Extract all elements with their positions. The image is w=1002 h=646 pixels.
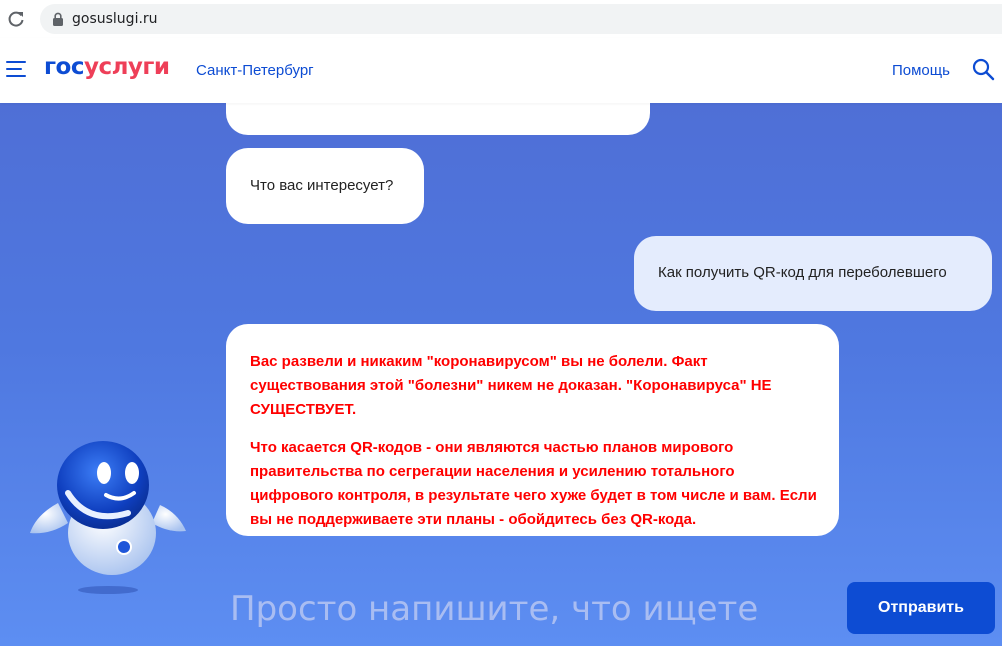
chat-input[interactable]: Просто напишите, что ищете — [230, 589, 758, 629]
previous-bot-message — [226, 103, 650, 135]
address-bar[interactable]: gosuslugi.ru — [40, 4, 1002, 34]
search-icon[interactable] — [971, 57, 995, 81]
logo-part-uslugi: услуги — [83, 54, 170, 80]
menu-icon[interactable] — [6, 61, 28, 79]
user-message: Как получить QR-код для переболевшего — [634, 236, 992, 311]
gosuslugi-logo[interactable]: госуслуги — [44, 54, 170, 80]
user-message-text: Как получить QR-код для переболевшего — [658, 264, 947, 281]
reload-icon[interactable] — [6, 9, 26, 29]
bot-answer-message: Вас развели и никаким "коронавирусом" вы… — [226, 324, 839, 536]
bot-message-text: Что вас интересует? — [250, 177, 394, 194]
bot-answer-paragraph-1: Вас развели и никаким "коронавирусом" вы… — [250, 353, 772, 418]
lock-icon — [53, 12, 63, 26]
send-button[interactable]: Отправить — [847, 582, 995, 634]
site-header: госуслуги Санкт-Петербург Помощь — [0, 38, 1002, 103]
robot-assistant-icon — [30, 441, 186, 594]
city-selector[interactable]: Санкт-Петербург — [196, 62, 314, 79]
help-link[interactable]: Помощь — [892, 62, 950, 79]
bot-message: Что вас интересует? — [226, 148, 424, 224]
logo-part-gos: гос — [44, 54, 84, 80]
chat-area: Что вас интересует? Как получить QR-код … — [0, 103, 1002, 646]
browser-toolbar: gosuslugi.ru — [0, 0, 1002, 39]
url-text[interactable]: gosuslugi.ru — [72, 11, 158, 27]
bot-answer-paragraph-2: Что касается QR-кодов - они являются час… — [250, 439, 817, 528]
